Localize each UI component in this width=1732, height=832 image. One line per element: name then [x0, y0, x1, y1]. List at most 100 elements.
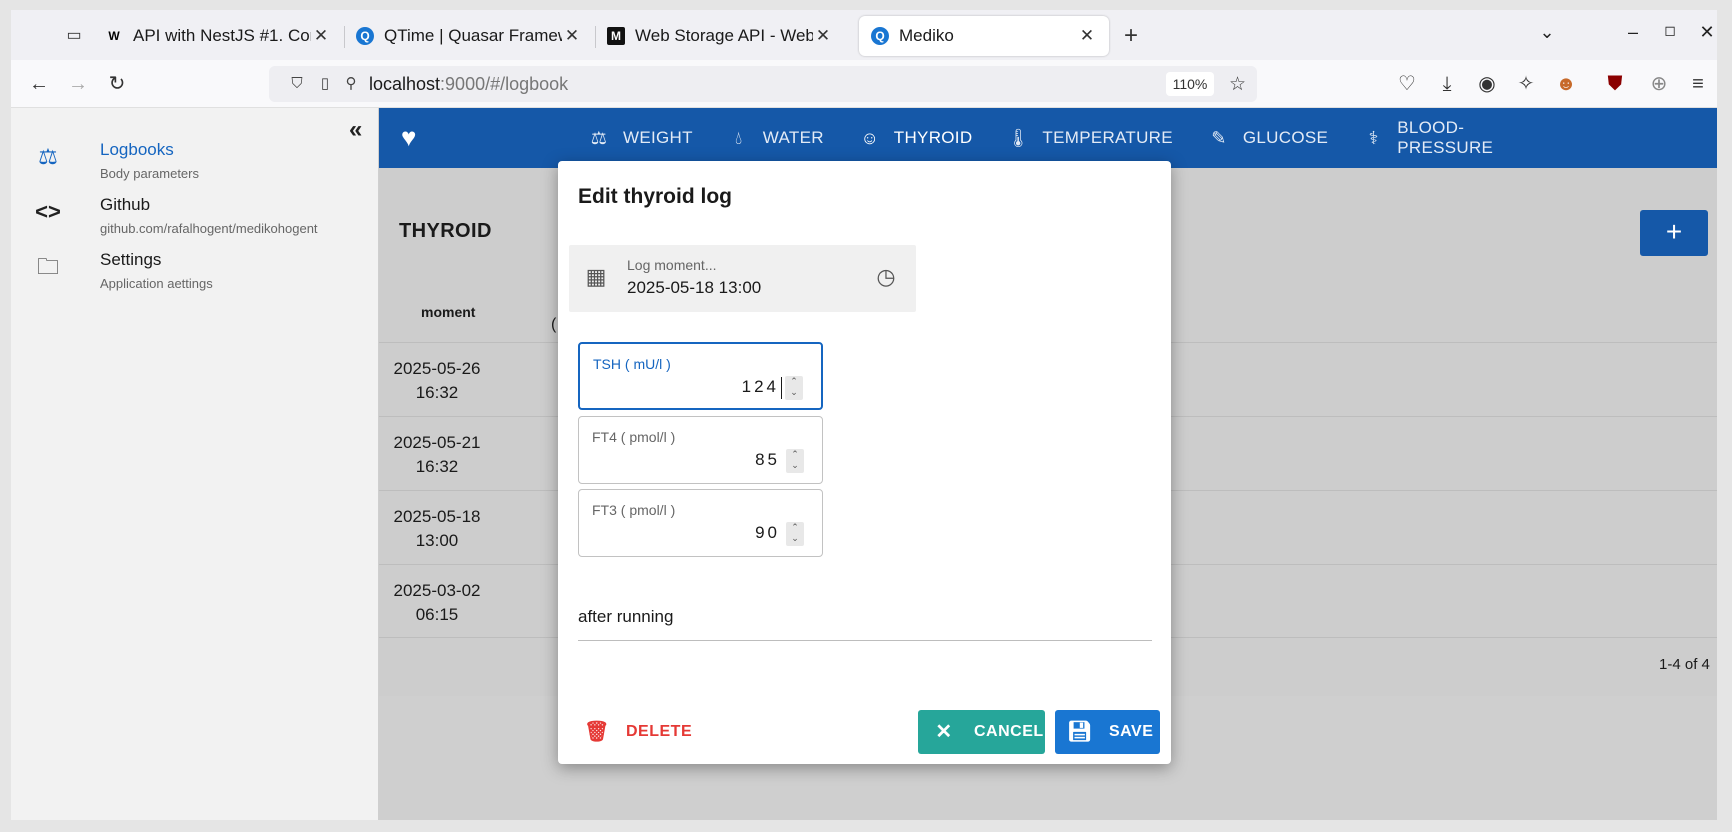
close-tab-icon[interactable]: ✕ — [562, 26, 582, 46]
logbook-tabs: ⚖ WEIGHT 💧︎ WATER ☺ THYROID 🌡︎ TEMPERATU… — [570, 108, 1571, 168]
tab-label: WATER — [762, 128, 824, 147]
ft3-label: FT3 ( pmol/l ) — [592, 502, 676, 518]
tab-blood-pressure[interactable]: ⚕ BLOOD-PRESSURE — [1345, 108, 1571, 168]
page-title: THYROID — [399, 220, 492, 242]
extension-face-icon[interactable]: ☻ — [1554, 73, 1578, 97]
reload-icon[interactable]: ↻ — [105, 73, 129, 97]
back-icon[interactable]: ← — [27, 73, 51, 97]
clock-icon[interactable]: ◷ — [872, 263, 900, 291]
stepper-icon[interactable]: ⌃ ⌄ — [786, 522, 804, 546]
page-icon[interactable]: ▯ — [315, 74, 335, 94]
cancel-button[interactable]: ✕ CANCEL — [918, 710, 1045, 754]
delete-label: DELETE — [626, 723, 693, 740]
url-text[interactable]: localhost:9000/#/logbook — [369, 74, 568, 95]
log-moment-field[interactable]: ▦ Log moment... 2025-05-18 13:00 ◷ — [569, 245, 916, 312]
zoom-level[interactable]: 110% — [1166, 72, 1214, 96]
syringe-icon: ✎ — [1211, 128, 1227, 148]
stepper-icon[interactable]: ⌃ ⌄ — [785, 376, 803, 400]
shield-icon[interactable]: ⛉ — [287, 74, 307, 94]
tab-temperature[interactable]: 🌡︎ TEMPERATURE — [989, 108, 1190, 168]
browser-tab-1[interactable]: W API with NestJS #1. Contr ✕ — [93, 16, 343, 56]
tab-weight[interactable]: ⚖ WEIGHT — [570, 108, 710, 168]
save-button[interactable]: 💾︎ SAVE — [1055, 710, 1160, 754]
browser-tab-4[interactable]: Q Mediko ✕ — [859, 16, 1109, 56]
tab-title: API with NestJS #1. Contr — [133, 26, 311, 45]
maximize-icon[interactable]: ◻ — [1655, 22, 1685, 39]
tab-label: GLUCOSE — [1242, 128, 1329, 147]
drawer-item-settings[interactable]: 🗀 Settings Application aettings — [11, 240, 379, 298]
tab-thyroid[interactable]: ☺ THYROID — [841, 108, 990, 168]
close-tab-icon[interactable]: ✕ — [311, 26, 331, 46]
tab-title: Mediko — [899, 26, 954, 45]
drawer-item-label: Github — [100, 195, 151, 214]
tab-glucose[interactable]: ✎ GLUCOSE — [1190, 108, 1345, 168]
ft4-label: FT4 ( pmol/l ) — [592, 429, 676, 445]
tab-title: Web Storage API - Web AI — [635, 26, 813, 45]
tsh-value[interactable]: 124 — [742, 377, 779, 397]
save-label: SAVE — [1109, 723, 1154, 740]
row-time: 13:00 — [415, 531, 459, 550]
browser-tab-2[interactable]: Q QTime | Quasar Framewo ✕ — [344, 16, 594, 56]
cancel-label: CANCEL — [974, 723, 1044, 740]
log-moment-label: Log moment... — [627, 257, 717, 273]
row-moment: 2025-05-26 16:32 — [379, 357, 495, 405]
permissions-icon[interactable]: ⚲ — [341, 74, 361, 94]
tab-overflow-icon[interactable]: ⌄ — [1532, 22, 1562, 43]
delete-button[interactable]: 🗑︎ DELETE — [578, 710, 692, 754]
text-caret — [781, 377, 782, 399]
extensions-icon[interactable]: ✧ — [1514, 73, 1538, 97]
bookmark-star-icon[interactable]: ☆ — [1229, 73, 1246, 96]
left-drawer: « ⚖ Logbooks Body parameters <> Github g… — [11, 108, 379, 820]
tab-list-icon[interactable]: ▭ — [63, 25, 85, 47]
ft4-value[interactable]: 85 — [755, 450, 780, 470]
tab-title: QTime | Quasar Framewo — [384, 26, 562, 45]
ublock-icon[interactable]: ⛊ — [1603, 73, 1627, 97]
tab-favicon: Q — [356, 27, 374, 45]
row-moment: 2025-05-21 16:32 — [379, 431, 495, 479]
close-tab-icon[interactable]: ✕ — [813, 26, 833, 46]
url-bar[interactable]: ⛉ ▯ ⚲ localhost:9000/#/logbook 110% ☆ — [269, 66, 1257, 102]
stethoscope-icon: ⚕ — [1368, 128, 1379, 148]
add-log-button[interactable]: + — [1640, 210, 1708, 256]
ft4-field[interactable]: FT4 ( pmol/l ) 85 ⌃ ⌄ — [578, 416, 823, 484]
edit-log-dialog: Edit thyroid log ▦ Log moment... 2025-05… — [558, 161, 1171, 764]
close-tab-icon[interactable]: ✕ — [1077, 26, 1097, 46]
extension-download-icon[interactable]: ⊕ — [1647, 73, 1671, 97]
note-input[interactable]: after running — [578, 601, 1152, 641]
pagination-label: 1-4 of 4 — [1659, 656, 1710, 673]
heart-pulse-icon: ♥ — [401, 122, 417, 152]
menu-icon[interactable]: ≡ — [1686, 73, 1710, 97]
row-time: 16:32 — [415, 457, 459, 476]
row-moment: 2025-05-18 13:00 — [379, 505, 495, 553]
tab-label: THYROID — [893, 128, 973, 147]
drawer-item-logbooks[interactable]: ⚖ Logbooks Body parameters — [11, 130, 379, 188]
drawer-item-github[interactable]: <> Github github.com/rafalhogent/medikoh… — [11, 185, 379, 243]
thermometer-icon: 🌡︎ — [1006, 128, 1030, 148]
ft3-field[interactable]: FT3 ( pmol/l ) 90 ⌃ ⌄ — [578, 489, 823, 557]
tab-strip: ▭ W API with NestJS #1. Contr ✕ Q QTime … — [11, 10, 1717, 60]
tab-favicon: W — [108, 29, 120, 43]
browser-tab-3[interactable]: M Web Storage API - Web AI ✕ — [595, 16, 845, 56]
ft3-value[interactable]: 90 — [755, 523, 780, 543]
dialog-title: Edit thyroid log — [578, 185, 732, 208]
tab-water[interactable]: 💧︎ WATER — [710, 108, 841, 168]
account-icon[interactable]: ◉ — [1475, 73, 1499, 97]
tsh-field[interactable]: TSH ( mU/l ) 124 ⌃ ⌄ — [578, 342, 823, 410]
row-time: 06:15 — [415, 605, 459, 624]
close-window-icon[interactable]: ✕ — [1692, 22, 1717, 43]
row-moment: 2025-03-02 06:15 — [379, 579, 495, 627]
download-icon[interactable]: ⤓ — [1435, 73, 1459, 97]
calendar-icon[interactable]: ▦ — [583, 263, 609, 291]
column-header-moment[interactable]: moment — [421, 304, 475, 320]
minimize-icon[interactable]: – — [1618, 22, 1648, 43]
forward-icon[interactable]: → — [66, 73, 90, 97]
code-icon: <> — [35, 199, 61, 224]
trash-icon: 🗑︎ — [584, 721, 610, 743]
scale-icon: ⚖ — [38, 144, 58, 169]
new-tab-icon[interactable]: + — [1116, 22, 1146, 52]
url-host: localhost — [369, 74, 441, 94]
row-date: 2025-03-02 — [393, 581, 481, 600]
pocket-icon[interactable]: ♡ — [1395, 73, 1419, 97]
tab-label: WEIGHT — [623, 128, 693, 147]
stepper-icon[interactable]: ⌃ ⌄ — [786, 449, 804, 473]
